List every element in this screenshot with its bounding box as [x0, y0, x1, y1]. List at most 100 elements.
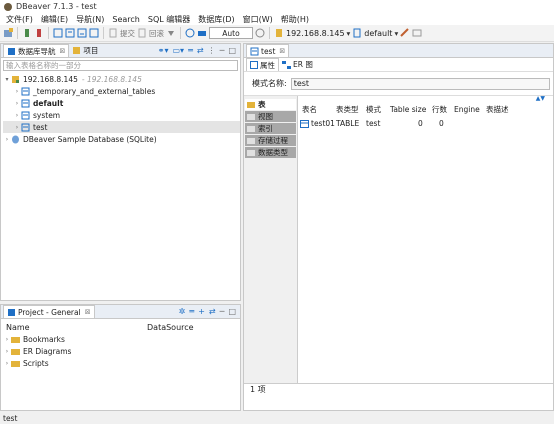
- tree-node-er-diagrams[interactable]: › ER Diagrams: [3, 345, 240, 357]
- transaction-mode-icon[interactable]: [166, 28, 176, 38]
- close-icon[interactable]: ⊠: [279, 47, 285, 55]
- refresh-icon[interactable]: [185, 28, 195, 38]
- column-header-engine[interactable]: Engine: [454, 104, 480, 116]
- link-editor-icon[interactable]: ═: [188, 46, 193, 55]
- chevron-right-icon[interactable]: ›: [13, 124, 21, 131]
- column-header-description[interactable]: 表描述: [486, 104, 509, 116]
- tab-project-general[interactable]: Project - General ⊠: [3, 305, 95, 318]
- column-header-table-name[interactable]: 表名: [302, 104, 317, 116]
- isolation-icon[interactable]: [197, 28, 207, 38]
- column-header-datasource[interactable]: DataSource: [147, 323, 194, 332]
- schema-icon: [21, 99, 30, 107]
- column-header-table-type[interactable]: 表类型: [336, 104, 359, 116]
- menu-navigate[interactable]: 导航(N): [72, 14, 108, 25]
- minimize-icon[interactable]: ─: [220, 46, 225, 55]
- chevron-down-icon[interactable]: ▾: [3, 76, 11, 83]
- schema-label: test: [33, 122, 48, 132]
- chevron-right-icon[interactable]: ›: [3, 136, 11, 143]
- maximize-icon[interactable]: □: [228, 46, 236, 55]
- connect-icon[interactable]: [22, 28, 32, 38]
- tree-node-schema-selected[interactable]: › test: [3, 121, 240, 133]
- menu-search[interactable]: Search: [108, 15, 143, 24]
- tab-editor-test[interactable]: test ⊠: [246, 44, 290, 57]
- rollback-icon[interactable]: [137, 28, 147, 38]
- chevron-down-icon[interactable]: ▾: [347, 29, 351, 38]
- history-icon[interactable]: [255, 28, 265, 38]
- table-filter-input[interactable]: 输入表格名称的一部分: [3, 60, 238, 71]
- disconnect-icon[interactable]: [34, 28, 44, 38]
- chevron-down-icon[interactable]: ▾: [394, 29, 398, 38]
- menu-database[interactable]: 数据库(D): [194, 14, 238, 25]
- tree-node-connection[interactable]: ▾ 192.168.8.145 - 192.168.8.145: [3, 73, 240, 85]
- toolbar-separator: [17, 27, 18, 39]
- tab-properties[interactable]: 属性: [246, 58, 279, 71]
- transaction-mode-combo[interactable]: Auto: [209, 27, 253, 39]
- tree-node-bookmarks[interactable]: › Bookmarks: [3, 333, 240, 345]
- collapse-all-icon[interactable]: ═: [189, 307, 194, 316]
- menu-window[interactable]: 窗口(W): [239, 14, 277, 25]
- cell-schema: test: [366, 119, 381, 128]
- tab-database-navigator[interactable]: 数据库导航 ⊠: [3, 44, 70, 57]
- recent-script-icon[interactable]: [89, 28, 99, 38]
- sync-icon[interactable]: ⇄: [197, 46, 204, 55]
- column-header-name[interactable]: Name: [6, 323, 30, 332]
- chevron-right-icon[interactable]: ›: [3, 336, 11, 343]
- link-icon[interactable]: ⇄: [209, 307, 216, 316]
- sort-arrows-icon[interactable]: ▲▼: [536, 95, 545, 102]
- connection-host-label: - 192.168.8.145: [81, 74, 142, 84]
- chevron-right-icon[interactable]: ›: [3, 360, 11, 367]
- tree-node-schema[interactable]: › default: [3, 97, 240, 109]
- side-tab-tables[interactable]: 表: [245, 99, 296, 110]
- chevron-right-icon[interactable]: ›: [13, 100, 21, 107]
- side-tab-procedures[interactable]: 存储过程: [245, 135, 296, 146]
- close-icon[interactable]: ⊠: [85, 308, 91, 316]
- table-row[interactable]: test01 TABLE test 0 0: [298, 118, 553, 130]
- tree-node-schema[interactable]: › system: [3, 109, 240, 121]
- commit-icon[interactable]: [108, 28, 118, 38]
- rollback-button[interactable]: 回滚: [149, 28, 164, 39]
- close-icon[interactable]: ⊠: [60, 47, 66, 55]
- active-schema-selector[interactable]: default: [364, 29, 392, 38]
- column-header-row-count[interactable]: 行数: [432, 104, 447, 116]
- minimize-icon[interactable]: ─: [220, 307, 225, 316]
- active-connection-selector[interactable]: 192.168.8.145: [286, 29, 345, 38]
- maximize-icon[interactable]: □: [228, 307, 236, 316]
- chevron-right-icon[interactable]: ›: [13, 112, 21, 119]
- column-header-schema[interactable]: 模式: [366, 104, 381, 116]
- tab-er-diagram[interactable]: ER 图: [279, 58, 316, 71]
- menu-help[interactable]: 帮助(H): [277, 14, 313, 25]
- tree-node-scripts[interactable]: › Scripts: [3, 357, 240, 369]
- tree-node-schema[interactable]: › _temporary_and_external_tables: [3, 85, 240, 97]
- project-icon: [8, 308, 15, 316]
- menu-sql-editor[interactable]: SQL 编辑器: [144, 14, 194, 25]
- gear-icon[interactable]: ✲: [179, 307, 186, 316]
- tab-projects[interactable]: 项目: [69, 44, 101, 57]
- commit-button[interactable]: 提交: [120, 28, 135, 39]
- grid-footer: 1 项: [244, 383, 553, 395]
- menu-file[interactable]: 文件(F): [2, 14, 37, 25]
- new-connection-icon[interactable]: ⚭▾: [158, 46, 169, 55]
- side-tab-data-types[interactable]: 数据类型: [245, 147, 296, 158]
- navigator-tree: ▾ 192.168.8.145 - 192.168.8.145 › _tempo…: [1, 73, 240, 145]
- status-bar: test: [0, 413, 554, 424]
- panel-icon[interactable]: [412, 28, 422, 38]
- menu-edit[interactable]: 编辑(E): [37, 14, 72, 25]
- chevron-right-icon[interactable]: ›: [13, 88, 21, 95]
- tree-node-sample-db[interactable]: › DBeaver Sample Database (SQLite): [3, 133, 240, 145]
- sql-editor-icon[interactable]: [53, 28, 63, 38]
- schema-name-label: 模式名称:: [252, 79, 287, 88]
- side-tab-views[interactable]: 视图: [245, 111, 296, 122]
- view-menu-icon[interactable]: ⋮: [208, 46, 216, 55]
- column-header-table-size[interactable]: Table size: [390, 104, 426, 116]
- chevron-right-icon[interactable]: ›: [3, 348, 11, 355]
- collapse-icon[interactable]: ▭▾: [173, 46, 185, 55]
- schema-icon: [250, 47, 259, 55]
- schema-editor: test ⊠ 属性 ER 图 模式名称: test 表 视图 索引 存储过程 数…: [243, 43, 554, 411]
- side-tab-indexes[interactable]: 索引: [245, 123, 296, 134]
- schema-name-field[interactable]: test: [290, 77, 550, 90]
- tools-icon[interactable]: [400, 28, 410, 38]
- new-script-icon[interactable]: [77, 28, 87, 38]
- add-icon[interactable]: +: [198, 307, 205, 316]
- open-sql-icon[interactable]: [65, 28, 75, 38]
- new-connection-icon[interactable]: [3, 28, 13, 38]
